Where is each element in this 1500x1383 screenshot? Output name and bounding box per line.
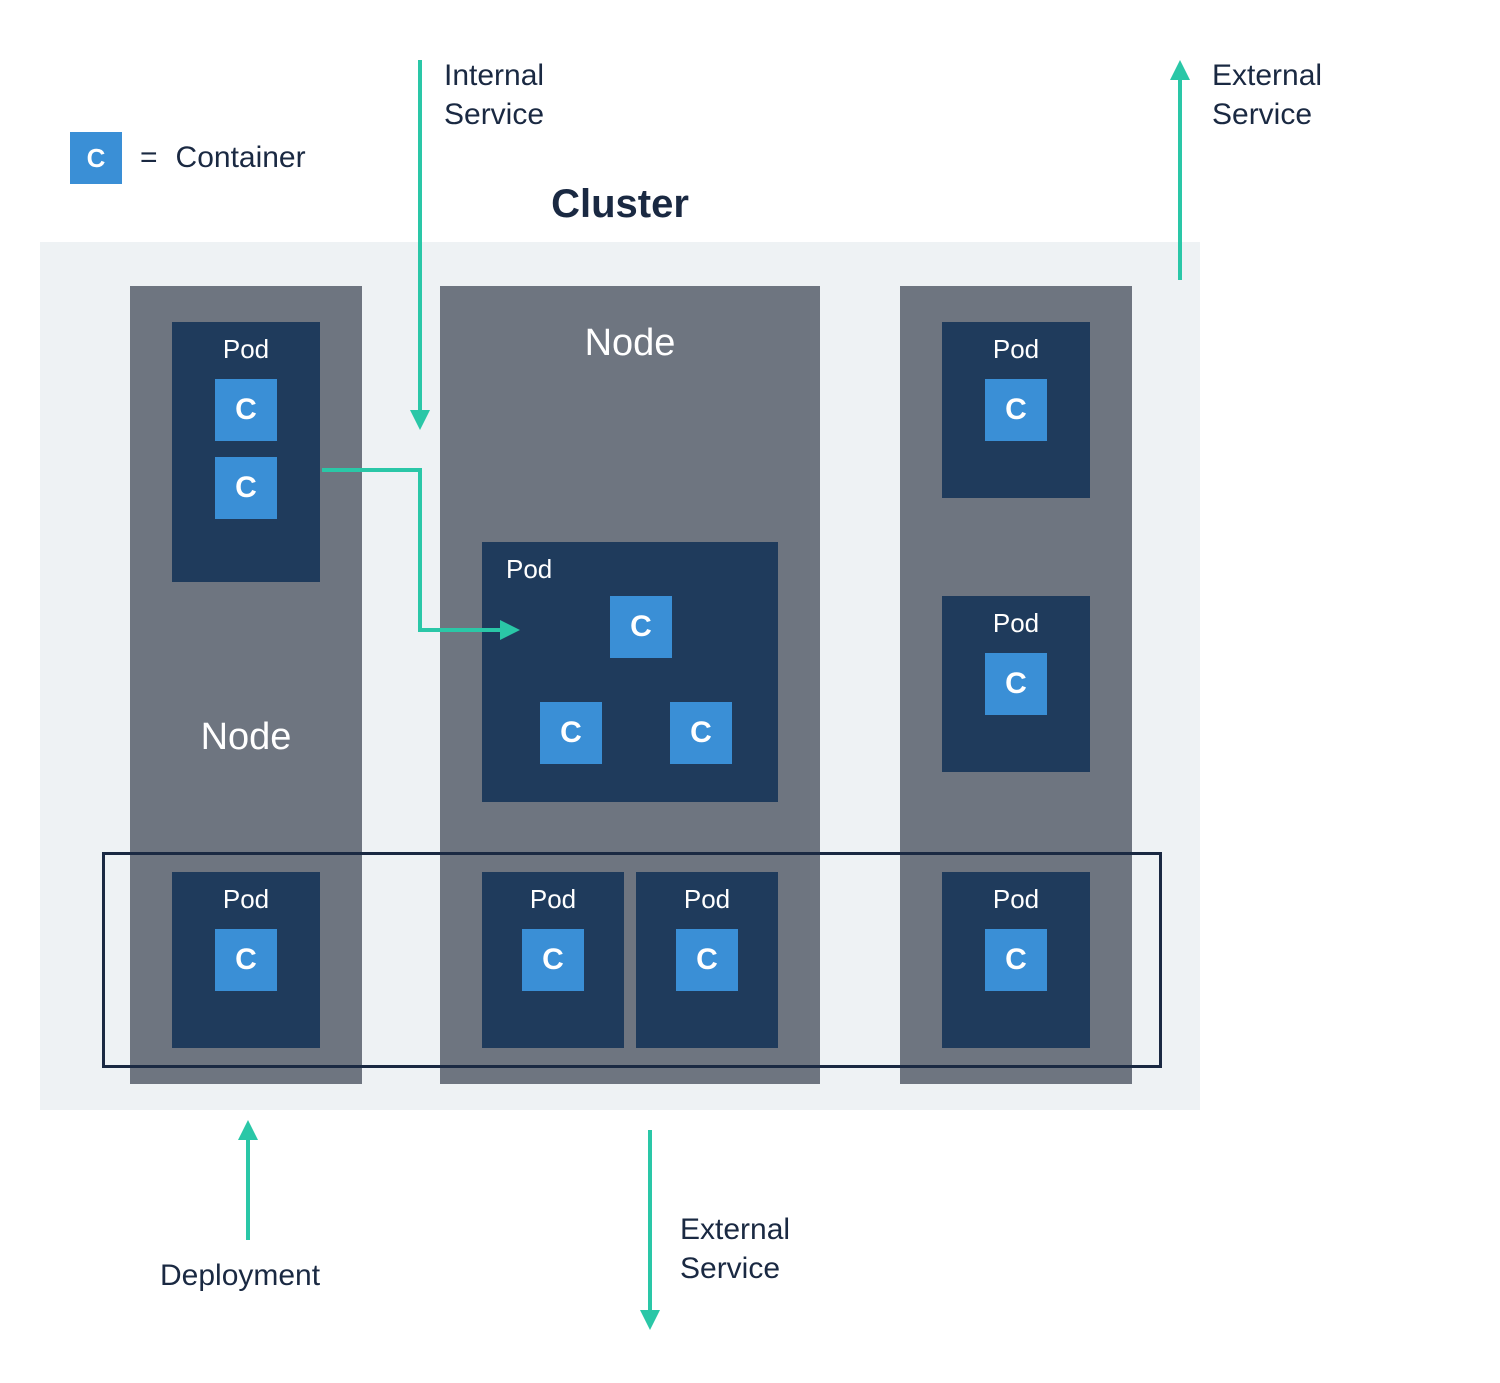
container-icon: C [522,929,584,991]
container-icon: C [676,929,738,991]
pod-label: Pod [223,872,269,921]
cluster-box: Pod C C Node Pod C Node Pod C C C Pod C [40,242,1200,1110]
deployment-label: Deployment [160,1256,320,1295]
legend-eq: = [140,141,158,175]
arrowhead-icon [1170,60,1190,80]
node-label: Node [130,716,362,759]
pod-label: Pod [482,542,778,591]
container-icon: C [985,653,1047,715]
internal-service-label: InternalService [444,56,544,134]
legend-text: Container [176,141,306,175]
node-3: Pod C Pod C Pod C [900,286,1132,1084]
pod-label: Pod [993,872,1039,921]
node-label: Node [440,322,820,365]
external-service-top-label: ExternalService [1212,56,1322,134]
arrowhead-icon [238,1120,258,1140]
container-icon: C [610,596,672,658]
node-2: Node Pod C C C Pod C Pod C [440,286,820,1084]
node2-pod1: Pod C C C [482,542,778,802]
container-icon: C [215,379,277,441]
node3-pod1: Pod C [942,322,1090,498]
node3-pod3: Pod C [942,872,1090,1048]
pod-label: Pod [993,596,1039,645]
container-icon: C [215,457,277,519]
pod-label: Pod [530,872,576,921]
pod-label: Pod [993,322,1039,371]
container-icon: C [670,702,732,764]
pod-label: Pod [223,322,269,371]
arrowhead-icon [640,1310,660,1330]
container-icon: C [540,702,602,764]
cluster-title: Cluster [40,182,1200,227]
container-icon: C [985,929,1047,991]
legend-container-box: C [70,132,122,184]
external-service-bottom-label: ExternalService [680,1210,790,1288]
legend: C = Container [70,132,306,184]
node1-pod2: Pod C [172,872,320,1048]
node3-pod2: Pod C [942,596,1090,772]
node2-pod3: Pod C [636,872,778,1048]
node-1: Pod C C Node Pod C [130,286,362,1084]
container-icon: C [985,379,1047,441]
container-icon: C [215,929,277,991]
pod-label: Pod [684,872,730,921]
node1-pod1: Pod C C [172,322,320,582]
node2-pod2: Pod C [482,872,624,1048]
